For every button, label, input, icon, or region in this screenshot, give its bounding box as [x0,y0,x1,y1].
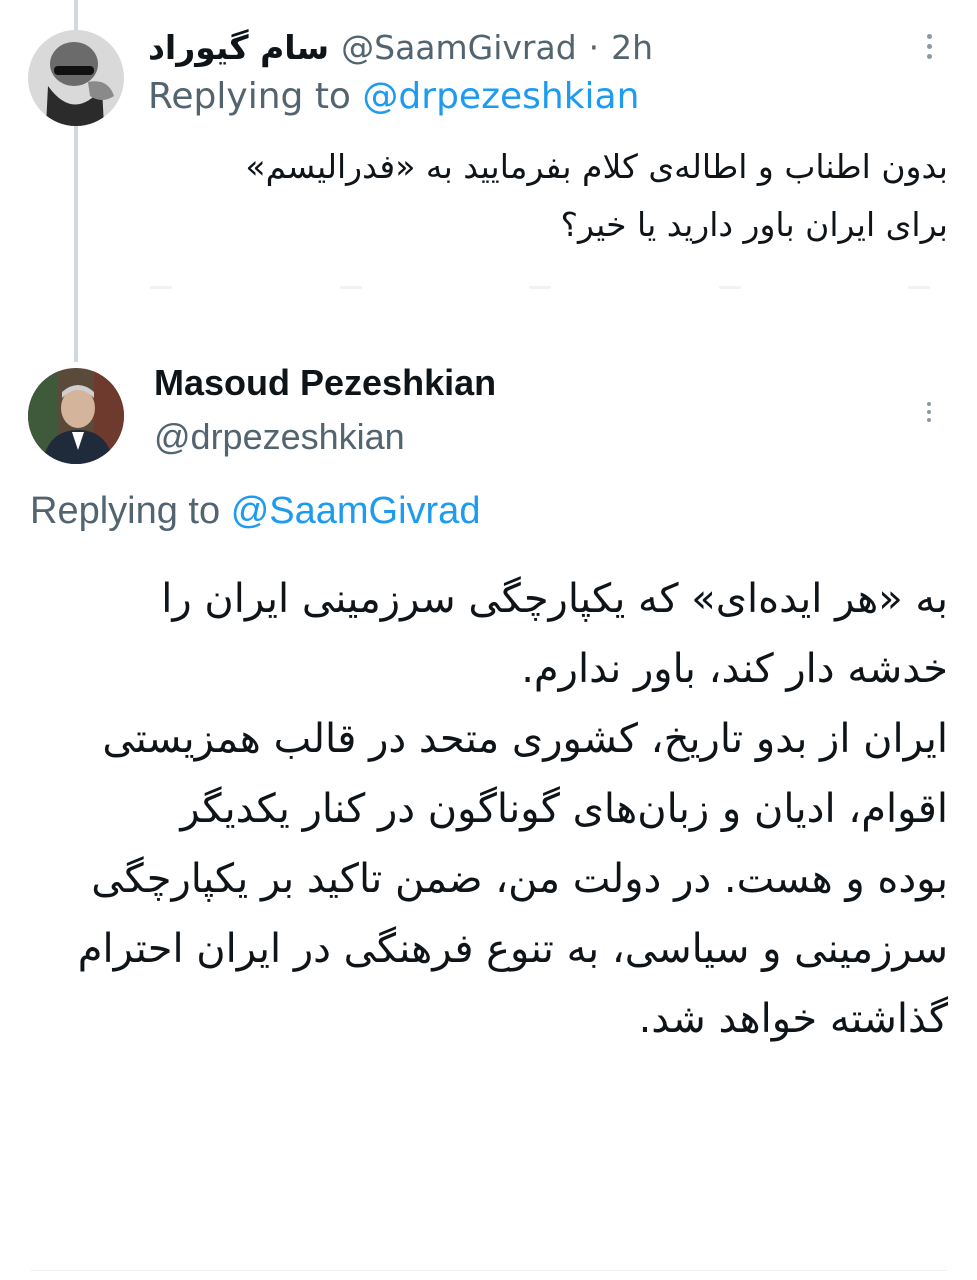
tweet-text-line: اقوام، ادیان و زبان‌های گوناگون در کنار … [180,786,948,832]
author-display-name[interactable]: Masoud Pezeshkian [154,362,496,404]
tweet-text-line: برای ایران باور دارید یا خیر؟ [560,205,948,244]
profile-photo-icon [28,368,124,464]
tweet-text-line: خدشه دار کند، باور ندارم. [521,646,948,692]
avatar[interactable] [28,30,124,126]
more-options-icon[interactable] [922,402,936,422]
replying-to-mention[interactable]: @drpezeshkian [362,76,639,117]
divider [30,1270,947,1271]
tweet-text: بدون اطناب و اطاله‌ی کلام بفرمایید به «ف… [148,138,948,254]
action-bar-faded [150,268,930,306]
replying-to-line: Replying to @drpezeshkian [148,76,639,117]
avatar[interactable] [28,368,124,464]
tweet-text-line: بدون اطناب و اطاله‌ی کلام بفرمایید به «ف… [245,147,948,186]
author-handle[interactable]: @drpezeshkian [154,416,405,458]
tweet-text-line: به «هر ایده‌ای» که یکپارچگی سرزمینی ایرا… [161,576,948,622]
tweet-text-line: گذاشته خواهد شد. [638,996,948,1042]
author-display-name[interactable]: سام گیوراد [148,28,329,67]
tweet-text: به «هر ایده‌ای» که یکپارچگی سرزمینی ایرا… [30,564,948,1054]
more-options-icon[interactable] [922,34,936,59]
timestamp[interactable]: 2h [611,28,653,67]
profile-photo-icon [28,30,124,126]
tweet-paragraph: به «هر ایده‌ای» که یکپارچگی سرزمینی ایرا… [30,564,948,704]
replying-to-line: Replying to @SaamGivrad [30,490,480,533]
tweet-header: سام گیوراد @SaamGivrad · 2h [148,22,708,72]
author-handle[interactable]: @SaamGivrad [341,28,577,67]
tweet-text-line: ایران از بدو تاریخ، کشوری متحد در قالب ه… [102,716,948,762]
tweet-text-line: بوده و هست. در دولت من، ضمن تاکید بر یکپ… [91,856,948,902]
replying-to-mention[interactable]: @SaamGivrad [231,490,481,532]
replying-to-label: Replying to [30,490,221,532]
replying-to-label: Replying to [148,76,351,117]
tweet-text-line: سرزمینی و سیاسی، به تنوع فرهنگی در ایران… [77,926,948,972]
separator-dot: · [588,27,600,67]
tweet-paragraph: ایران از بدو تاریخ، کشوری متحد در قالب ه… [30,704,948,1054]
